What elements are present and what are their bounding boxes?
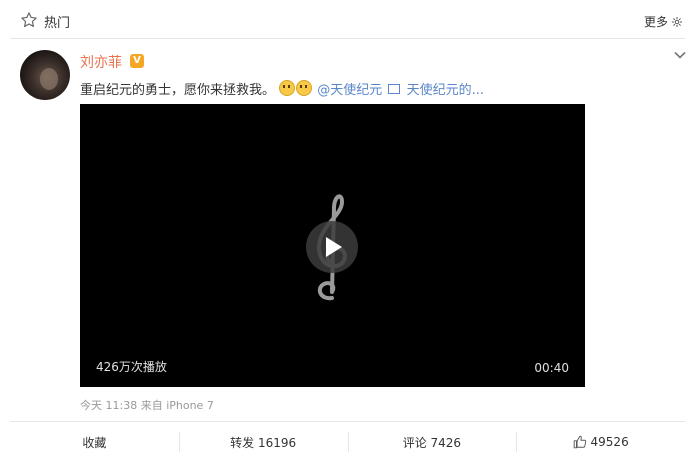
chevron-down-icon[interactable] [673,48,687,62]
like-button[interactable]: 49526 [516,422,685,462]
emoji-icon [279,80,296,96]
username[interactable]: 刘亦菲 [80,52,122,72]
comment-label: 评论 7426 [402,435,462,450]
play-button[interactable] [306,221,358,273]
more-label: 更多 [643,15,668,29]
video-link-icon [388,84,401,94]
avatar[interactable] [20,50,70,100]
more-button[interactable]: 更多 [644,13,683,30]
post-body: 重启纪元的勇士，愿你来拯救我。 [80,83,276,98]
video-player[interactable]: 426万次播放 00:40 [80,104,585,387]
post-text: 重启纪元的勇士，愿你来拯救我。 @天使纪元 天使纪元的... [80,79,484,98]
repost-button[interactable]: 转发 16196 [178,422,348,462]
thumbs-up-icon [573,435,586,449]
repost-label: 转发 16196 [230,435,297,450]
action-bar: 收藏 转发 16196 评论 7426 49526 [10,422,685,462]
divider [10,38,685,39]
post-meta: 今天 11:38 来自 iPhone 7 [80,399,214,412]
comment-button[interactable]: 评论 7426 [347,422,517,462]
video-duration: 00:40 [534,361,569,375]
favorite-button[interactable]: 收藏 [10,422,179,462]
top-bar: 热门 更多 [0,0,695,40]
star-icon [21,12,37,28]
like-count: 49526 [590,435,629,449]
emoji-icon [296,80,313,96]
play-icon [326,237,342,257]
video-link[interactable]: 天使纪元的... [407,83,484,98]
verified-badge: V [130,54,144,68]
mention-link[interactable]: @天使纪元 [317,83,382,98]
view-count: 426万次播放 [96,360,167,374]
gear-icon [672,16,682,27]
favorite-label: 收藏 [82,435,107,450]
section-title: 热门 [44,16,71,31]
